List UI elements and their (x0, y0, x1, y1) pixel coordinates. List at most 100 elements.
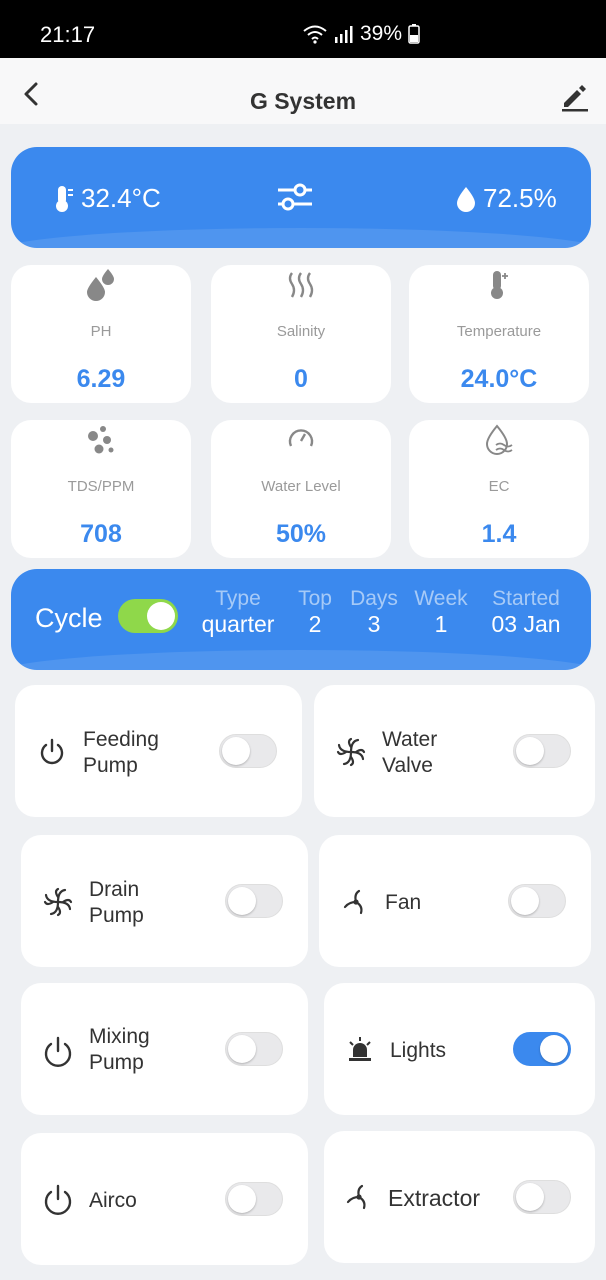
feeding-pump-toggle[interactable] (219, 734, 277, 768)
sensor-card-salinity[interactable]: Salinity 0 (211, 265, 391, 403)
toggle-knob (147, 602, 175, 630)
lights-toggle[interactable] (513, 1032, 571, 1066)
drops-icon (87, 269, 114, 301)
device-card-extractor: Extractor (324, 1131, 595, 1263)
sensor-label: Water Level (261, 478, 341, 495)
device-card-airco: Airco (21, 1133, 308, 1265)
fan-icon (336, 737, 366, 767)
environment-banner: 32.4°C 72.5% (11, 147, 591, 248)
device-card-water-valve: Water Valve (314, 685, 595, 817)
fan-toggle[interactable] (508, 884, 566, 918)
cycle-top: Top 2 (295, 587, 335, 637)
air-humidity-value: 72.5% (483, 183, 557, 213)
gauge-icon (288, 429, 314, 447)
humidity-drop-icon (457, 186, 475, 212)
thermometer-icon (491, 271, 508, 299)
cycle-label: Cycle (35, 603, 103, 633)
sensor-value: 6.29 (76, 365, 126, 393)
device-label: Airco (89, 1189, 137, 1212)
bubbles-icon (88, 426, 114, 454)
signal-icon (335, 26, 353, 43)
water-valve-toggle[interactable] (513, 734, 571, 768)
sensor-card-ec[interactable]: EC 1.4 (409, 420, 589, 558)
banner-wave (11, 650, 591, 670)
toggle-knob (228, 1185, 256, 1213)
sensor-value: 0 (294, 365, 308, 393)
cycle-toggle[interactable] (118, 599, 178, 633)
fan-outline-icon (343, 889, 363, 915)
status-icons: 39% (302, 22, 420, 46)
cycle-days: Days 3 (349, 587, 399, 637)
cycle-week: Week 1 (413, 587, 469, 637)
drain-pump-toggle[interactable] (225, 884, 283, 918)
sensor-label: Temperature (456, 323, 542, 340)
cycle-column-header: Type (215, 587, 261, 610)
device-card-drain-pump: Drain Pump (21, 835, 308, 967)
cycle-column-header: Week (414, 587, 468, 610)
battery-icon (408, 24, 420, 44)
cycle-column-header: Days (350, 587, 398, 610)
toggle-knob (222, 737, 250, 765)
toggle-knob (228, 1035, 256, 1063)
sensor-card-temperature[interactable]: Temperature 24.0°C (409, 265, 589, 403)
toggle-knob (228, 887, 256, 915)
device-label: Fan (385, 891, 422, 914)
cycle-column-value: 03 Jan (491, 611, 561, 637)
sensor-value: 24.0°C (460, 365, 538, 393)
cycle-column-header: Started (492, 587, 560, 610)
cycle-column-header: Top (298, 587, 332, 610)
cycle-column-value: 1 (434, 611, 448, 637)
device-card-mixing-pump: Mixing Pump (21, 983, 308, 1115)
device-label: Drain Pump (89, 878, 144, 927)
sensor-label: EC (488, 478, 510, 495)
page-title: G System (249, 88, 357, 114)
sensor-value: 1.4 (481, 520, 517, 548)
fan-icon (43, 887, 73, 917)
cycle-type: Type quarter (197, 587, 279, 637)
banner-wave (11, 228, 591, 248)
toggle-knob (516, 737, 544, 765)
airco-toggle[interactable] (225, 1182, 283, 1216)
sensor-card-ph[interactable]: PH 6.29 (11, 265, 191, 403)
wifi-icon (303, 25, 327, 44)
status-bar: 21:17 39% (0, 0, 606, 58)
settings-sliders-icon[interactable] (276, 182, 314, 212)
status-time: 21:17 (40, 22, 96, 47)
fan-outline-icon (346, 1184, 366, 1210)
mixing-pump-toggle[interactable] (225, 1032, 283, 1066)
air-temperature-value: 32.4°C (81, 183, 161, 213)
device-label: Lights (390, 1039, 447, 1062)
sensor-value: 50% (275, 520, 327, 548)
sensor-label: PH (90, 323, 112, 340)
app-header: G System (0, 58, 606, 124)
sensor-label: TDS/PPM (67, 478, 135, 495)
power-icon (44, 1036, 72, 1067)
cycle-banner: Cycle Type quarter Top 2 Days 3 Week 1 S… (11, 569, 591, 670)
heat-waves-icon (288, 272, 314, 298)
device-card-lights: Lights (324, 983, 595, 1115)
air-temperature: 32.4°C (51, 183, 161, 214)
toggle-knob (511, 887, 539, 915)
device-label: Extractor (388, 1185, 481, 1211)
thermometer-icon (56, 185, 73, 212)
cycle-started: Started 03 Jan (481, 587, 571, 637)
toggle-knob (540, 1035, 568, 1063)
cycle-column-value: 3 (367, 611, 381, 637)
device-label: Mixing Pump (89, 1025, 150, 1074)
sensor-card-tds[interactable]: TDS/PPM 708 (11, 420, 191, 558)
edit-icon[interactable] (560, 82, 590, 112)
device-card-feeding-pump: Feeding Pump (15, 685, 302, 817)
sensor-card-water-level[interactable]: Water Level 50% (211, 420, 391, 558)
device-label: Water Valve (382, 728, 438, 777)
sensor-value: 708 (80, 520, 122, 548)
cycle-column-value: quarter (201, 611, 275, 637)
device-card-fan: Fan (319, 835, 591, 967)
sensor-label: Salinity (276, 323, 326, 340)
toggle-knob (516, 1183, 544, 1211)
battery-percent: 39% (360, 22, 403, 45)
power-icon (44, 1184, 72, 1215)
air-humidity: 72.5% (455, 183, 557, 214)
alarm-light-icon (349, 1037, 371, 1061)
extractor-toggle[interactable] (513, 1180, 571, 1214)
water-drop-icon (485, 424, 513, 455)
